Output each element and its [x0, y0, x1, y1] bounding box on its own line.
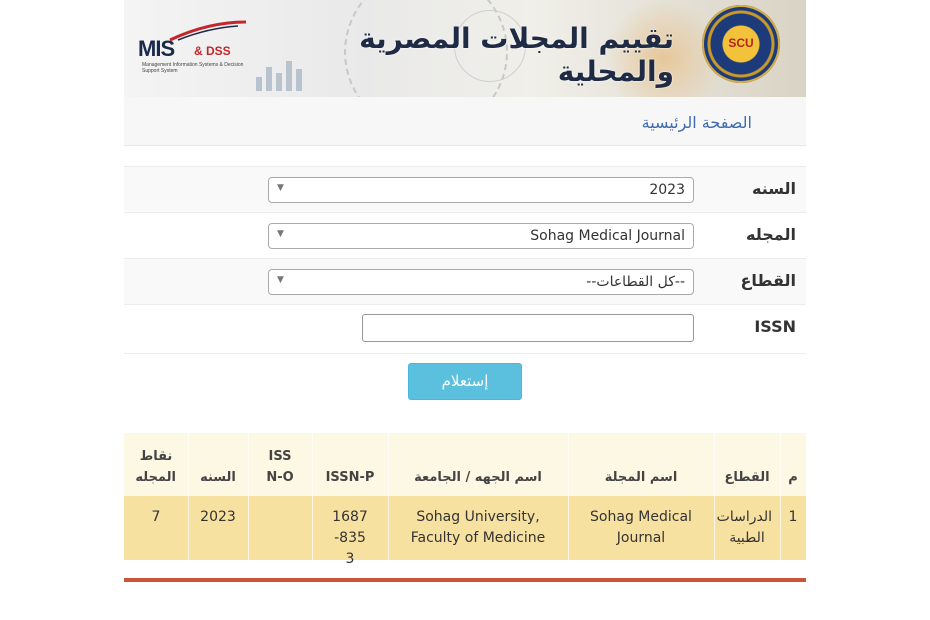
- swoosh-icon: [169, 20, 247, 42]
- mis-logo-text: MIS: [138, 36, 175, 61]
- sector-select-value: --كل القطاعات--: [586, 274, 685, 290]
- sector-label: القطاع: [740, 271, 796, 290]
- issn-input[interactable]: [362, 314, 694, 342]
- year-select[interactable]: 2023 ▼: [268, 177, 694, 203]
- issn-label: ISSN: [754, 317, 796, 336]
- site-title: تقييم المجلات المصرية والمحلية: [359, 22, 674, 88]
- header-issn-p: ISSN-P: [325, 470, 375, 485]
- cell-year: 2023: [200, 509, 236, 525]
- column-divider: [248, 433, 249, 560]
- table-row: 1 الدراسات الطبية Sohag Medical Journal …: [124, 496, 806, 567]
- header-num: م: [788, 470, 798, 485]
- header-org-name: اسم الجهه / الجامعة: [414, 470, 542, 485]
- dropdown-arrow-icon: ▼: [277, 229, 284, 239]
- query-button[interactable]: إستعلام: [408, 363, 522, 400]
- cell-issn-p: 1687-8353: [332, 509, 368, 567]
- breadcrumb: الصفحة الرئيسية: [124, 97, 806, 146]
- mis-dss-logo: MIS & DSS Management Information Systems…: [138, 20, 248, 76]
- column-divider: [568, 433, 569, 560]
- column-divider: [312, 433, 313, 560]
- journal-select[interactable]: Sohag Medical Journal ▼: [268, 223, 694, 249]
- sector-select[interactable]: --كل القطاعات-- ▼: [268, 269, 694, 295]
- header-journal-name: اسم المجلة: [604, 470, 678, 485]
- year-row: السنه 2023 ▼: [124, 166, 806, 213]
- cell-sector: الدراسات الطبية: [716, 509, 772, 546]
- page: MIS & DSS Management Information Systems…: [0, 0, 930, 620]
- header-points: نقاط المجله: [135, 449, 176, 485]
- header-sector: القطاع: [724, 470, 770, 485]
- journal-row: المجله Sohag Medical Journal ▼: [124, 212, 806, 259]
- sector-row: القطاع --كل القطاعات-- ▼: [124, 258, 806, 305]
- column-divider: [188, 433, 189, 560]
- year-label: السنه: [751, 179, 796, 198]
- cell-journal-name: Sohag Medical Journal: [590, 509, 692, 546]
- scu-logo: SCU: [702, 5, 780, 83]
- results-table: م القطاع اسم المجلة اسم الجهه / الجامعة …: [124, 433, 806, 567]
- dss-logo-text: & DSS: [194, 44, 231, 58]
- table-header: م القطاع اسم المجلة اسم الجهه / الجامعة …: [124, 433, 806, 496]
- scu-logo-text: SCU: [728, 36, 754, 50]
- cell-org-name: Sohag University, Faculty of Medicine: [410, 509, 546, 546]
- dropdown-arrow-icon: ▼: [277, 275, 284, 285]
- header-issn-o: ISSN-O: [266, 449, 294, 485]
- column-divider: [780, 433, 781, 560]
- journal-label: المجله: [746, 225, 796, 244]
- year-select-value: 2023: [649, 182, 685, 198]
- header-banner: MIS & DSS Management Information Systems…: [124, 0, 806, 97]
- column-divider: [388, 433, 389, 560]
- cell-points: 7: [151, 509, 161, 525]
- dropdown-arrow-icon: ▼: [277, 183, 284, 193]
- issn-row: ISSN: [124, 304, 806, 354]
- footer-divider: [124, 578, 806, 582]
- breadcrumb-home-link[interactable]: الصفحة الرئيسية: [642, 113, 752, 132]
- cell-issn-o: [248, 496, 312, 560]
- mis-logo-subtitle: Management Information Systems & Decisio…: [142, 62, 244, 74]
- journal-select-value: Sohag Medical Journal: [530, 228, 685, 244]
- header-year: السنه: [200, 470, 236, 485]
- column-divider: [714, 433, 715, 560]
- cell-num: 1: [788, 509, 798, 525]
